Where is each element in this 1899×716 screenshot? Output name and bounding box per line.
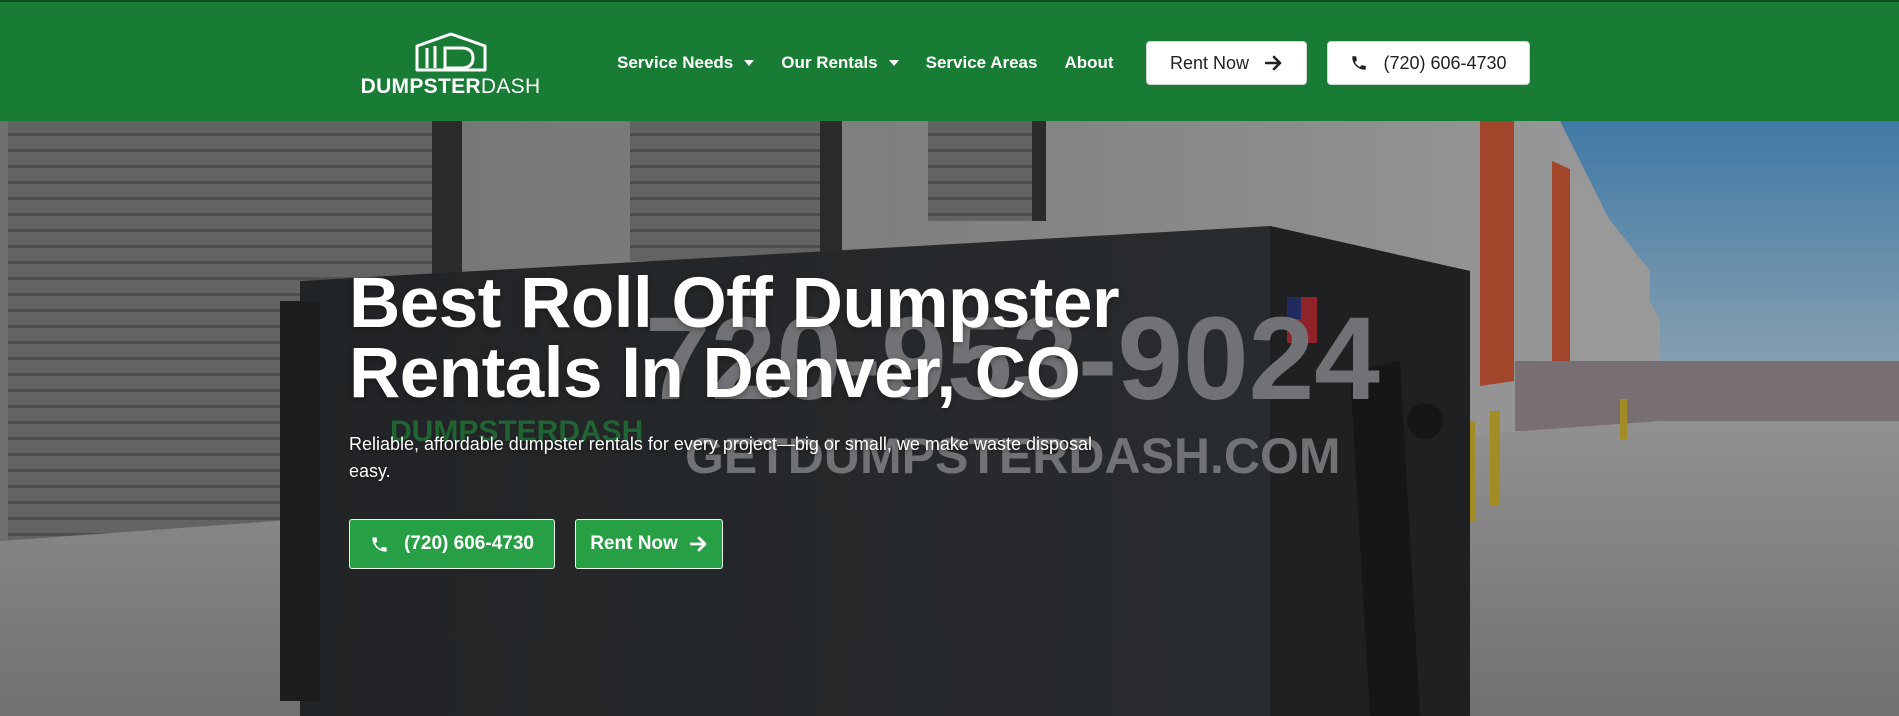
logo-wordmark: DUMPSTERDASH	[360, 75, 541, 98]
button-label: (720) 606-4730	[1383, 52, 1507, 73]
button-label: (720) 606-4730	[404, 533, 534, 554]
hero-title-line: Rentals In Denver, CO	[349, 334, 1081, 413]
header-phone-button[interactable]: (720) 606-4730	[1327, 41, 1530, 85]
nav-label: About	[1064, 53, 1114, 72]
site-header: DUMPSTERDASH Service Needs Our Rentals S…	[0, 0, 1899, 121]
button-label: Rent Now	[1169, 52, 1250, 73]
nav-item-service-areas[interactable]: Service Areas	[926, 53, 1038, 73]
nav-item-about[interactable]: About	[1064, 53, 1113, 73]
caret-down-icon	[744, 60, 755, 66]
hero-title: Best Roll Off Dumpster Rentals In Denver…	[349, 264, 1249, 413]
hero-subtitle: Reliable, affordable dumpster rentals fo…	[349, 434, 1093, 481]
hero-background-image: 720-953-9024 GETDUMPSTERDASH.COM DUMPSTE…	[0, 121, 1899, 716]
caret-down-icon	[888, 60, 899, 66]
dumpster-logo-icon	[415, 32, 486, 72]
nav-label: Our Rentals	[781, 53, 878, 72]
main-nav: Service Needs Our Rentals Service Areas …	[617, 52, 1141, 74]
arrow-right-icon	[1265, 55, 1282, 71]
hero-phone-button[interactable]: (720) 606-4730	[349, 519, 555, 569]
arrow-right-icon	[689, 536, 707, 552]
nav-label: Service Areas	[925, 53, 1038, 72]
phone-icon	[1352, 56, 1367, 70]
hero-title-line: Best Roll Off Dumpster	[349, 264, 1120, 343]
nav-item-our-rentals[interactable]: Our Rentals	[781, 53, 899, 73]
hero-section: 720-953-9024 GETDUMPSTERDASH.COM DUMPSTE…	[0, 121, 1899, 716]
header-rent-now-button[interactable]: Rent Now	[1146, 41, 1307, 85]
nav-label: Service Needs	[617, 53, 734, 72]
hero-rent-now-button[interactable]: Rent Now	[575, 519, 723, 569]
nav-item-service-needs[interactable]: Service Needs	[617, 53, 755, 73]
site-logo[interactable]: DUMPSTERDASH	[361, 30, 540, 98]
phone-icon	[372, 536, 387, 552]
button-label: Rent Now	[590, 533, 678, 554]
